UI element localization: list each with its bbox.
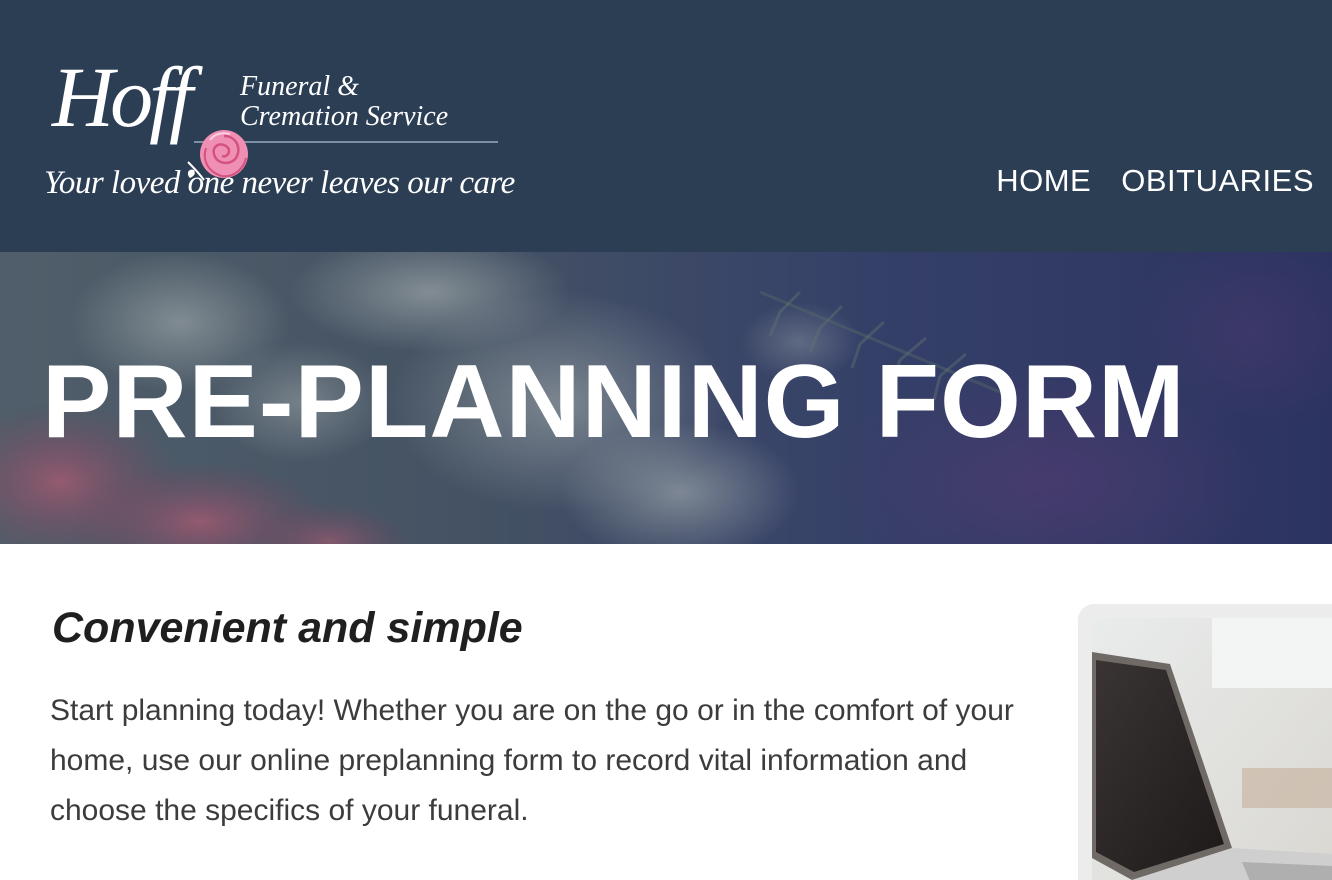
laptop-image — [1092, 618, 1332, 880]
site-header: Hoff Funeral & Cremation Service Your lo… — [0, 0, 1332, 252]
section-heading: Convenient and simple — [52, 604, 523, 652]
logo-subtitle-line2: Cremation Service — [240, 101, 449, 132]
logo-tagline: Your loved one never leaves our care — [44, 165, 515, 201]
laptop-photo-card — [1078, 604, 1332, 880]
laptop-photo — [1092, 618, 1332, 880]
section-description: Start planning today! Whether you are on… — [50, 694, 1014, 827]
nav-home-link[interactable]: HOME — [996, 163, 1091, 199]
hero-banner: PRE-PLANNING FORM — [0, 252, 1332, 544]
logo-subtitle: Funeral & Cremation Service — [240, 72, 448, 132]
logo-wordmark: Hoff — [52, 49, 193, 145]
logo-subtitle-line1: Funeral & — [240, 71, 359, 102]
main-nav: HOME OBITUARIES — [996, 158, 1314, 204]
nav-obituaries-link[interactable]: OBITUARIES — [1121, 163, 1314, 199]
site-logo[interactable]: Hoff Funeral & Cremation Service Your lo… — [44, 49, 515, 222]
page-title: PRE-PLANNING FORM — [42, 344, 1186, 460]
